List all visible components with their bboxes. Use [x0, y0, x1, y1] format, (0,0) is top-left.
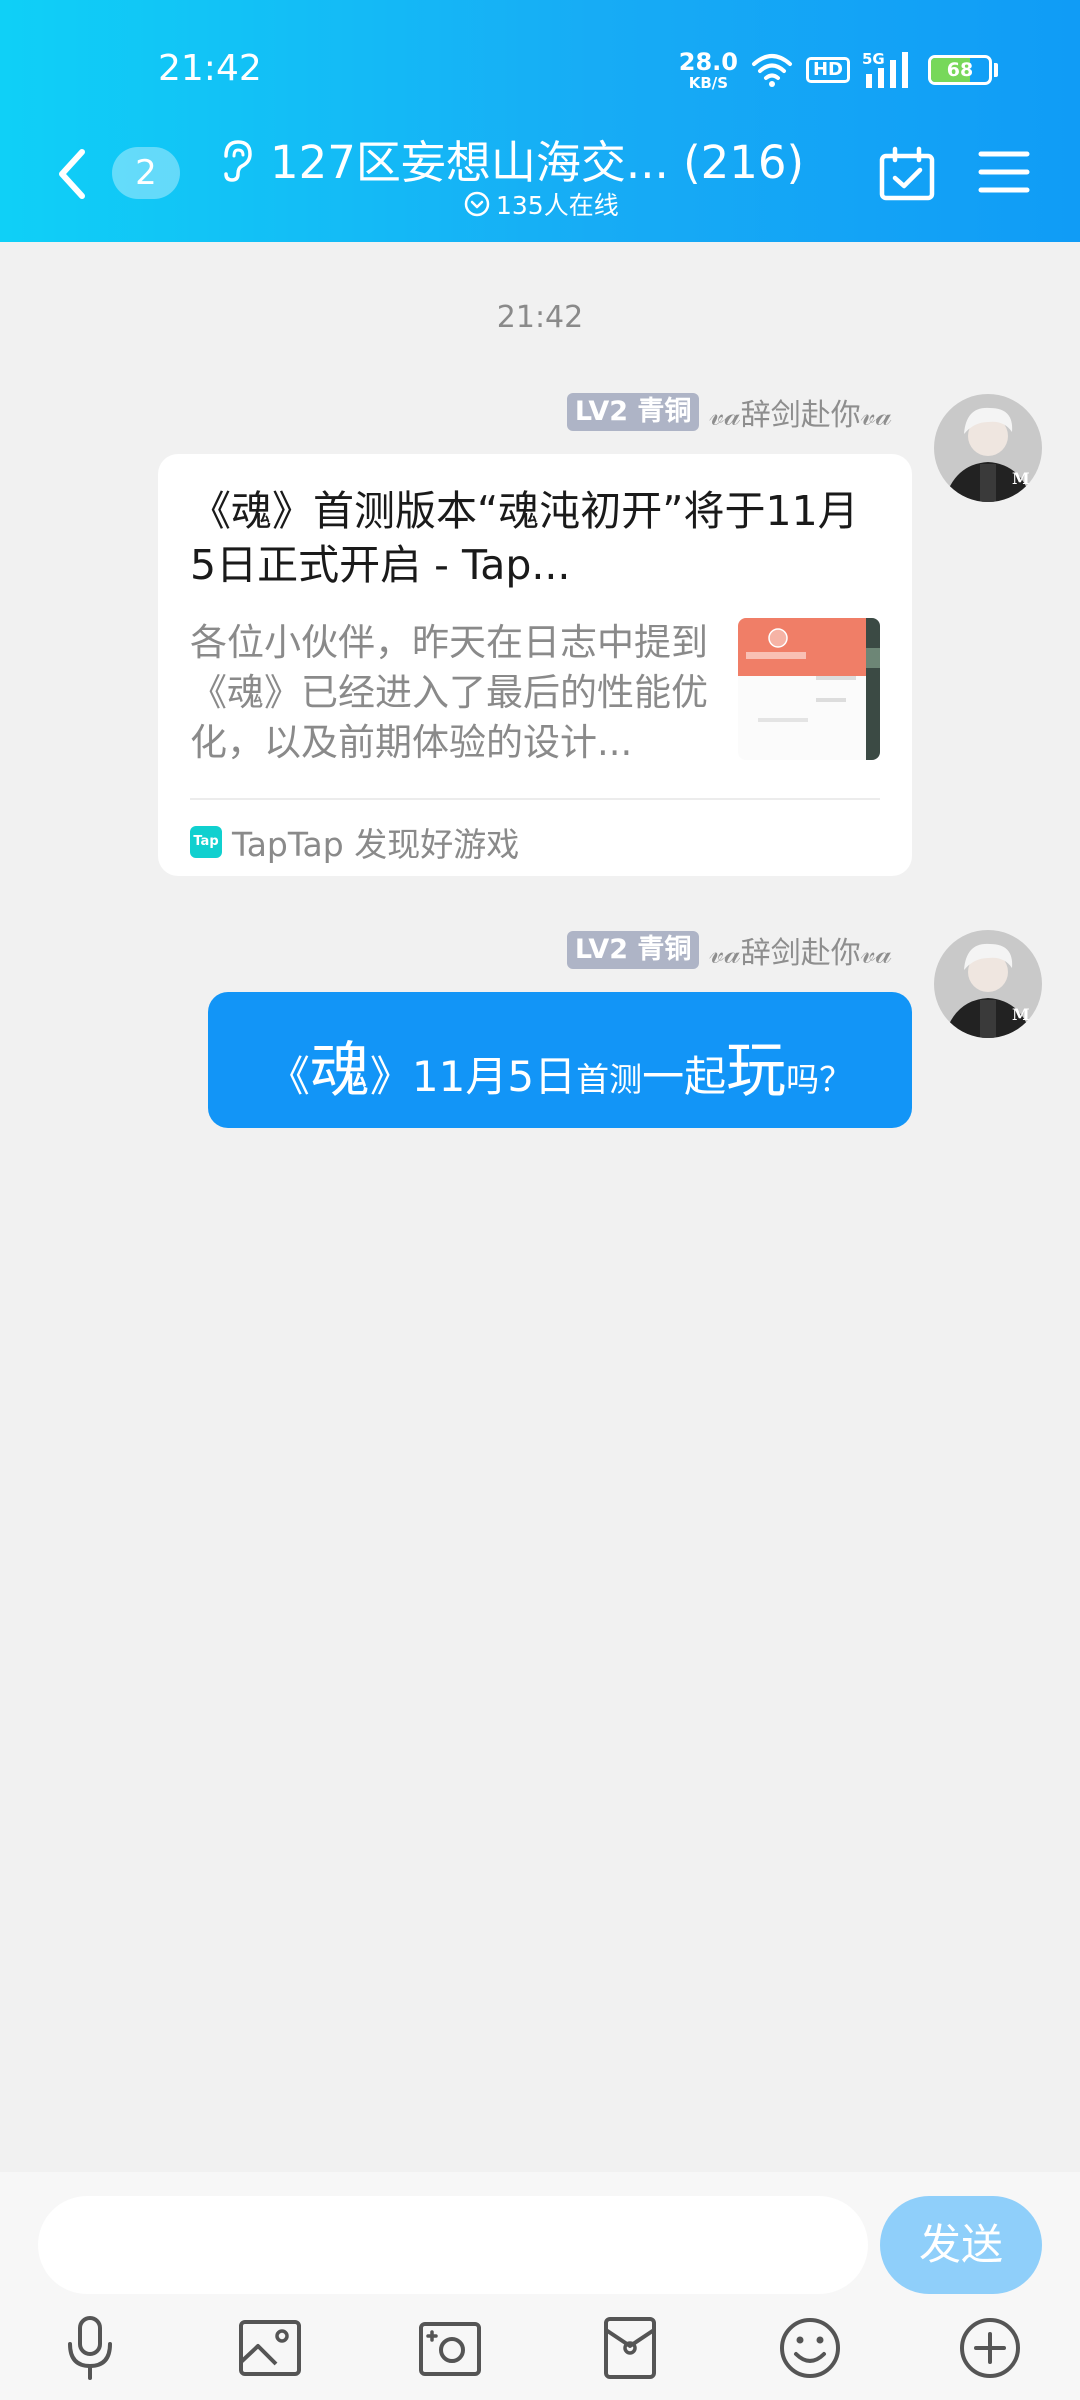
microphone-icon[interactable]: [56, 2314, 124, 2382]
group-title[interactable]: 127区妄想山海交... (216): [270, 126, 804, 191]
send-button[interactable]: 发送: [880, 2196, 1042, 2294]
ear-icon[interactable]: [218, 138, 254, 184]
sender-name[interactable]: 𝓋𝒶辞剑赴你𝓋𝒶: [709, 390, 892, 434]
input-toolbar: [0, 2314, 1080, 2382]
message-text-part: 一起: [642, 1052, 727, 1101]
status-time: 21:42: [158, 48, 262, 89]
taptap-logo-icon: Tap: [190, 826, 222, 858]
message-input[interactable]: [38, 2196, 868, 2294]
net-speed-unit: KB/S: [688, 73, 729, 92]
menu-icon[interactable]: [978, 148, 1030, 196]
plus-icon[interactable]: [956, 2314, 1024, 2382]
avatar[interactable]: M: [934, 930, 1042, 1038]
level-badge: LV2 青铜: [566, 393, 700, 431]
message-timestamp: 21:42: [496, 300, 584, 335]
status-icons: 28.0 KB/S HD 5G 68: [679, 48, 998, 92]
wifi-icon: [751, 54, 792, 87]
svg-text:M: M: [1012, 469, 1030, 488]
card-divider: [190, 798, 880, 800]
message-text-part: 魂: [309, 1036, 370, 1106]
online-count[interactable]: 135人在线: [464, 186, 619, 222]
hd-icon: HD: [805, 57, 850, 83]
message-text-part: 首测: [576, 1060, 643, 1099]
svg-text:M: M: [1012, 1005, 1030, 1024]
message-text-part: 吗？: [786, 1060, 853, 1099]
link-card[interactable]: 《魂》首测版本“魂沌初开”将于11月5日正式开启 - Tap... 各位小伙伴，…: [158, 454, 912, 876]
camera-icon[interactable]: [416, 2314, 484, 2382]
level-badge: LV2 青铜: [566, 931, 700, 969]
chat-header: 21:42 28.0 KB/S HD 5G 68 2 127区妄想山海交... …: [0, 0, 1080, 242]
card-source: Tap TapTap 发现好游戏: [190, 818, 519, 866]
battery-icon: 68: [928, 55, 992, 85]
sender-info: LV2 青铜 𝓋𝒶辞剑赴你𝓋𝒶: [566, 928, 892, 972]
calendar-check-icon[interactable]: [878, 146, 936, 202]
text-message-bubble[interactable]: 《 魂 》 11月5日 首测 一起 玩 吗？: [208, 992, 912, 1128]
battery-level: 68: [946, 59, 974, 81]
card-title: 《魂》首测版本“魂沌初开”将于11月5日正式开启 - Tap...: [190, 487, 859, 589]
sender-info: LV2 青铜 𝓋𝒶辞剑赴你𝓋𝒶: [566, 390, 892, 434]
card-description: 各位小伙伴，昨天在日志中提到《魂》已经进入了最后的性能优化，以及前期体验的设计.…: [190, 621, 708, 764]
battery-cap: [994, 63, 998, 77]
message-text-part: 》: [369, 1052, 412, 1101]
card-source-label: TapTap 发现好游戏: [232, 825, 520, 864]
image-icon[interactable]: [236, 2314, 304, 2382]
message-text-part: 玩: [726, 1036, 787, 1106]
sender-name[interactable]: 𝓋𝒶辞剑赴你𝓋𝒶: [709, 928, 892, 972]
input-bar: 发送: [0, 2172, 1080, 2400]
avatar[interactable]: M: [934, 394, 1042, 502]
unread-badge[interactable]: 2: [112, 147, 180, 199]
message-text-part: 11月5日: [411, 1052, 577, 1101]
net-speed: 28.0 KB/S: [679, 50, 738, 91]
signal-label: 5G: [862, 50, 885, 68]
online-count-label: 135人在线: [496, 191, 619, 220]
chevron-down-circle-icon: [464, 191, 490, 217]
signal-icon: 5G: [862, 50, 908, 88]
red-packet-icon[interactable]: [596, 2314, 664, 2382]
net-speed-value: 28.0: [678, 47, 738, 76]
back-arrow-icon[interactable]: [52, 146, 92, 202]
card-thumbnail: [738, 618, 880, 760]
message-text-part: 《: [267, 1052, 310, 1101]
emoji-icon[interactable]: [776, 2314, 844, 2382]
